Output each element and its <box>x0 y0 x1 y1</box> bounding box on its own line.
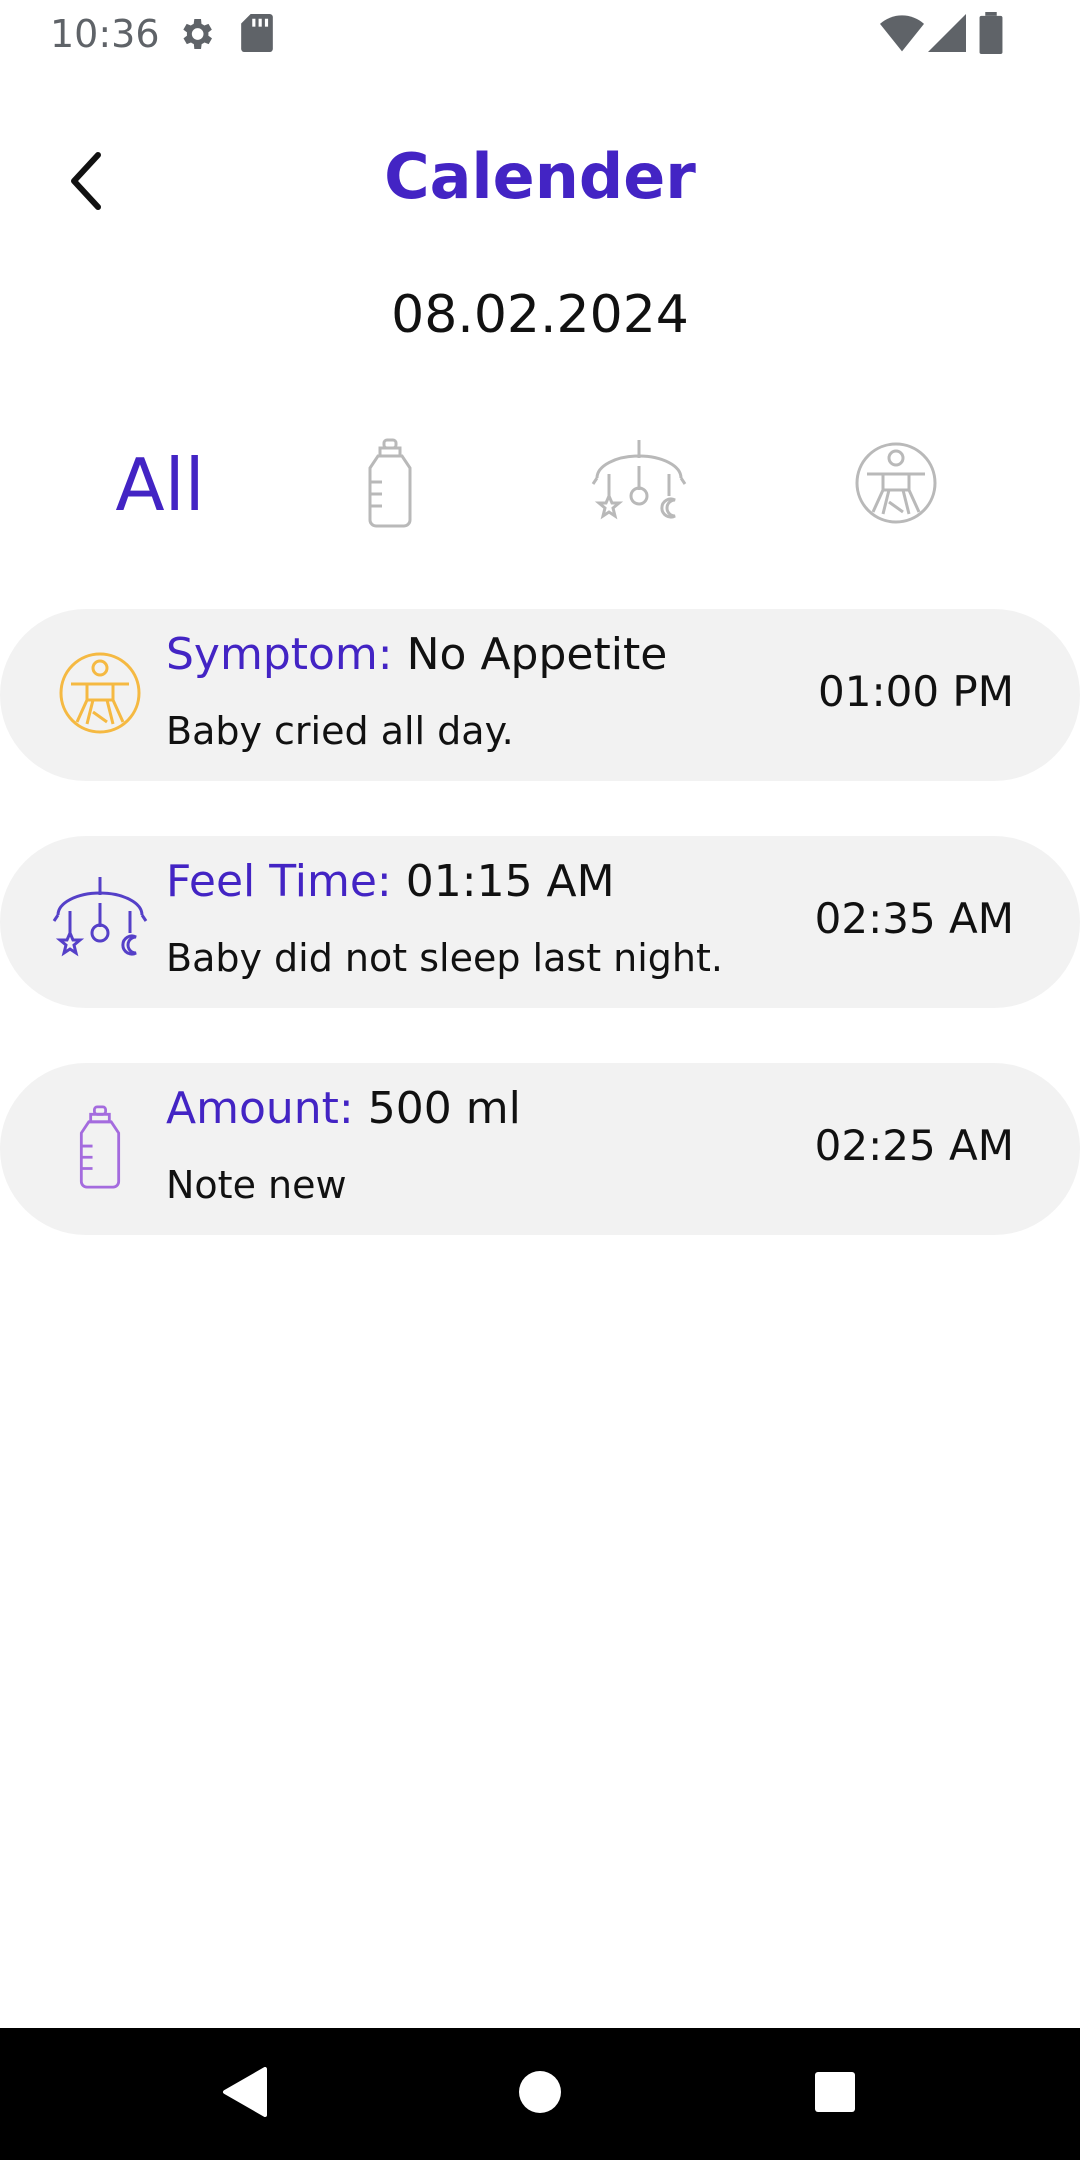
nav-back-button[interactable] <box>204 2054 284 2134</box>
entry-note: Baby did not sleep last night. <box>166 936 723 980</box>
entry-time: 02:35 AM <box>814 894 1014 943</box>
entry-icon <box>50 1099 150 1199</box>
recents-square-icon <box>814 2071 856 2118</box>
tab-symptom[interactable] <box>846 420 946 550</box>
entry-value: 500 ml <box>367 1083 521 1134</box>
entry-title: Feel Time: 01:15 AM <box>166 856 615 907</box>
wifi-icon <box>880 14 924 57</box>
crib-mobile-icon <box>591 438 687 533</box>
settings-icon <box>176 14 216 59</box>
tab-all-label: All <box>115 443 205 527</box>
home-circle-icon <box>518 2070 562 2119</box>
entry-label: Feel Time: <box>166 856 392 907</box>
entry-time: 01:00 PM <box>818 667 1014 716</box>
nav-recents-button[interactable] <box>795 2054 875 2134</box>
battery-icon <box>978 12 1004 59</box>
entry-value: 01:15 AM <box>405 856 615 907</box>
entry-card-symptom[interactable]: Symptom: No Appetite Baby cried all day.… <box>0 609 1080 781</box>
tab-feeding[interactable] <box>340 420 440 550</box>
sd-card-icon <box>240 14 274 57</box>
bottle-icon <box>360 438 420 533</box>
entry-icon <box>50 872 150 972</box>
entry-title: Symptom: No Appetite <box>166 629 667 680</box>
tab-sleep[interactable] <box>584 420 694 550</box>
entry-title: Amount: 500 ml <box>166 1083 521 1134</box>
baby-activity-icon <box>853 440 939 531</box>
entry-value: No Appetite <box>406 629 668 680</box>
baby-activity-icon <box>57 650 143 741</box>
tab-all[interactable]: All <box>100 420 220 550</box>
back-triangle-icon <box>221 2066 267 2122</box>
entry-note: Note new <box>166 1163 347 1207</box>
date-label[interactable]: 08.02.2024 <box>0 285 1080 345</box>
crib-mobile-icon <box>52 875 148 970</box>
nav-home-button[interactable] <box>500 2054 580 2134</box>
entry-card-sleep[interactable]: Feel Time: 01:15 AM Baby did not sleep l… <box>0 836 1080 1008</box>
bottle-icon <box>72 1103 128 1196</box>
page-title: Calender <box>384 140 696 213</box>
entry-time: 02:25 AM <box>814 1121 1014 1170</box>
status-bar: 10:36 <box>0 0 1080 66</box>
entry-label: Symptom: <box>166 629 393 680</box>
status-time: 10:36 <box>50 12 160 56</box>
entry-label: Amount: <box>166 1083 354 1134</box>
signal-icon <box>928 14 966 57</box>
entry-card-feeding[interactable]: Amount: 500 ml Note new 02:25 AM <box>0 1063 1080 1235</box>
system-nav-bar <box>0 2028 1080 2160</box>
entry-note: Baby cried all day. <box>166 709 514 753</box>
entry-icon <box>50 645 150 745</box>
